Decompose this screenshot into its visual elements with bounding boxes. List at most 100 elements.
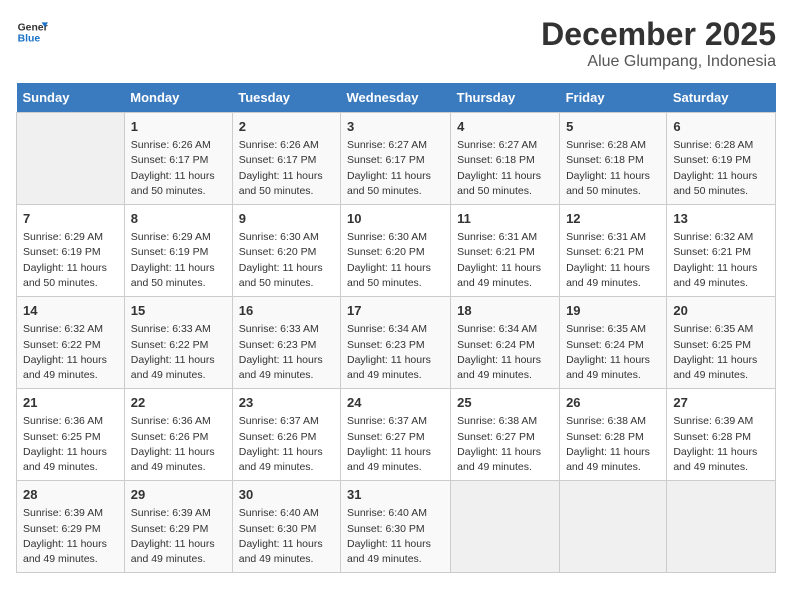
day-info: Sunrise: 6:40 AMSunset: 6:30 PMDaylight:… [239,506,334,567]
day-info: Sunrise: 6:27 AMSunset: 6:17 PMDaylight:… [347,138,444,199]
calendar-cell: 1Sunrise: 6:26 AMSunset: 6:17 PMDaylight… [124,113,232,205]
calendar-cell: 26 Sunrise: 6:38 AMSunset: 6:28 PMDayligh… [560,389,667,481]
weekday-header-monday: Monday [124,83,232,113]
calendar-cell: 5 Sunrise: 6:28 AMSunset: 6:18 PMDaylight… [560,113,667,205]
day-number: 5 [566,118,660,136]
day-number: 12 [566,210,660,228]
calendar-cell: 11Sunrise: 6:31 AMSunset: 6:21 PMDayligh… [451,205,560,297]
calendar-cell: 4Sunrise: 6:27 AMSunset: 6:18 PMDaylight… [451,113,560,205]
calendar-cell: 7 Sunrise: 6:29 AMSunset: 6:19 PMDaylight… [17,205,125,297]
calendar-cell: 28 Sunrise: 6:39 AMSunset: 6:29 PMDayligh… [17,481,125,573]
calendar-cell: 24 Sunrise: 6:37 AMSunset: 6:27 PMDayligh… [340,389,450,481]
day-number: 6 [673,118,769,136]
day-number: 14 [23,302,118,320]
day-number: 24 [347,394,444,412]
calendar-cell: 14 Sunrise: 6:32 AMSunset: 6:22 PMDayligh… [17,297,125,389]
day-number: 13 [673,210,769,228]
calendar-cell: 20 Sunrise: 6:35 AMSunset: 6:25 PMDayligh… [667,297,776,389]
calendar-cell: 23Sunrise: 6:37 AMSunset: 6:26 PMDayligh… [232,389,340,481]
day-number: 25 [457,394,553,412]
day-number: 7 [23,210,118,228]
calendar-week-row: 7 Sunrise: 6:29 AMSunset: 6:19 PMDaylight… [17,205,776,297]
calendar-cell: 19 Sunrise: 6:35 AMSunset: 6:24 PMDayligh… [560,297,667,389]
day-info: Sunrise: 6:33 AMSunset: 6:23 PMDaylight:… [239,322,334,383]
day-number: 28 [23,486,118,504]
calendar-week-row: 14 Sunrise: 6:32 AMSunset: 6:22 PMDayligh… [17,297,776,389]
calendar-cell [451,481,560,573]
day-info: Sunrise: 6:28 AMSunset: 6:18 PMDaylight:… [566,138,660,199]
weekday-header-friday: Friday [560,83,667,113]
day-info: Sunrise: 6:36 AMSunset: 6:26 PMDaylight:… [131,414,226,475]
day-number: 30 [239,486,334,504]
calendar-cell: 10 Sunrise: 6:30 AMSunset: 6:20 PMDayligh… [340,205,450,297]
day-number: 8 [131,210,226,228]
logo-icon: General Blue [16,16,48,48]
day-info: Sunrise: 6:29 AMSunset: 6:19 PMDaylight:… [23,230,118,291]
calendar-cell: 22 Sunrise: 6:36 AMSunset: 6:26 PMDayligh… [124,389,232,481]
day-info: Sunrise: 6:35 AMSunset: 6:25 PMDaylight:… [673,322,769,383]
day-number: 31 [347,486,444,504]
weekday-header-sunday: Sunday [17,83,125,113]
calendar-cell: 9Sunrise: 6:30 AMSunset: 6:20 PMDaylight… [232,205,340,297]
day-info: Sunrise: 6:31 AMSunset: 6:21 PMDaylight:… [566,230,660,291]
day-info: Sunrise: 6:33 AMSunset: 6:22 PMDaylight:… [131,322,226,383]
calendar-cell: 29Sunrise: 6:39 AMSunset: 6:29 PMDayligh… [124,481,232,573]
day-info: Sunrise: 6:39 AMSunset: 6:29 PMDaylight:… [131,506,226,567]
calendar-cell: 2Sunrise: 6:26 AMSunset: 6:17 PMDaylight… [232,113,340,205]
calendar-cell: 31 Sunrise: 6:40 AMSunset: 6:30 PMDayligh… [340,481,450,573]
day-info: Sunrise: 6:30 AMSunset: 6:20 PMDaylight:… [347,230,444,291]
day-number: 10 [347,210,444,228]
day-info: Sunrise: 6:39 AMSunset: 6:29 PMDaylight:… [23,506,118,567]
day-info: Sunrise: 6:26 AMSunset: 6:17 PMDaylight:… [131,138,226,199]
day-info: Sunrise: 6:39 AMSunset: 6:28 PMDaylight:… [673,414,769,475]
calendar-week-row: 21Sunrise: 6:36 AMSunset: 6:25 PMDayligh… [17,389,776,481]
day-info: Sunrise: 6:37 AMSunset: 6:27 PMDaylight:… [347,414,444,475]
day-info: Sunrise: 6:40 AMSunset: 6:30 PMDaylight:… [347,506,444,567]
calendar-cell: 17 Sunrise: 6:34 AMSunset: 6:23 PMDayligh… [340,297,450,389]
weekday-header-thursday: Thursday [451,83,560,113]
day-number: 3 [347,118,444,136]
day-info: Sunrise: 6:35 AMSunset: 6:24 PMDaylight:… [566,322,660,383]
title-block: December 2025 Alue Glumpang, Indonesia [541,16,776,71]
day-number: 17 [347,302,444,320]
day-info: Sunrise: 6:38 AMSunset: 6:27 PMDaylight:… [457,414,553,475]
day-info: Sunrise: 6:32 AMSunset: 6:21 PMDaylight:… [673,230,769,291]
calendar-cell [667,481,776,573]
calendar-cell: 27 Sunrise: 6:39 AMSunset: 6:28 PMDayligh… [667,389,776,481]
day-number: 4 [457,118,553,136]
calendar-cell: 8 Sunrise: 6:29 AMSunset: 6:19 PMDaylight… [124,205,232,297]
weekday-header-row: SundayMondayTuesdayWednesdayThursdayFrid… [17,83,776,113]
calendar-subtitle: Alue Glumpang, Indonesia [541,53,776,71]
calendar-week-row: 1Sunrise: 6:26 AMSunset: 6:17 PMDaylight… [17,113,776,205]
day-info: Sunrise: 6:29 AMSunset: 6:19 PMDaylight:… [131,230,226,291]
day-info: Sunrise: 6:38 AMSunset: 6:28 PMDaylight:… [566,414,660,475]
day-number: 22 [131,394,226,412]
day-number: 26 [566,394,660,412]
day-info: Sunrise: 6:34 AMSunset: 6:23 PMDaylight:… [347,322,444,383]
calendar-week-row: 28 Sunrise: 6:39 AMSunset: 6:29 PMDayligh… [17,481,776,573]
weekday-header-wednesday: Wednesday [340,83,450,113]
calendar-cell [17,113,125,205]
day-number: 16 [239,302,334,320]
calendar-cell: 25 Sunrise: 6:38 AMSunset: 6:27 PMDayligh… [451,389,560,481]
day-info: Sunrise: 6:32 AMSunset: 6:22 PMDaylight:… [23,322,118,383]
day-number: 18 [457,302,553,320]
weekday-header-saturday: Saturday [667,83,776,113]
page-header: General Blue December 2025 Alue Glumpang… [16,16,776,71]
calendar-cell: 12 Sunrise: 6:31 AMSunset: 6:21 PMDayligh… [560,205,667,297]
calendar-cell: 6 Sunrise: 6:28 AMSunset: 6:19 PMDaylight… [667,113,776,205]
calendar-cell: 16 Sunrise: 6:33 AMSunset: 6:23 PMDayligh… [232,297,340,389]
day-info: Sunrise: 6:34 AMSunset: 6:24 PMDaylight:… [457,322,553,383]
day-info: Sunrise: 6:30 AMSunset: 6:20 PMDaylight:… [239,230,334,291]
day-number: 27 [673,394,769,412]
day-number: 20 [673,302,769,320]
weekday-header-tuesday: Tuesday [232,83,340,113]
day-number: 23 [239,394,334,412]
day-number: 21 [23,394,118,412]
svg-text:Blue: Blue [18,34,41,45]
calendar-title: December 2025 [541,16,776,53]
day-number: 2 [239,118,334,136]
calendar-cell [560,481,667,573]
day-number: 19 [566,302,660,320]
day-info: Sunrise: 6:28 AMSunset: 6:19 PMDaylight:… [673,138,769,199]
